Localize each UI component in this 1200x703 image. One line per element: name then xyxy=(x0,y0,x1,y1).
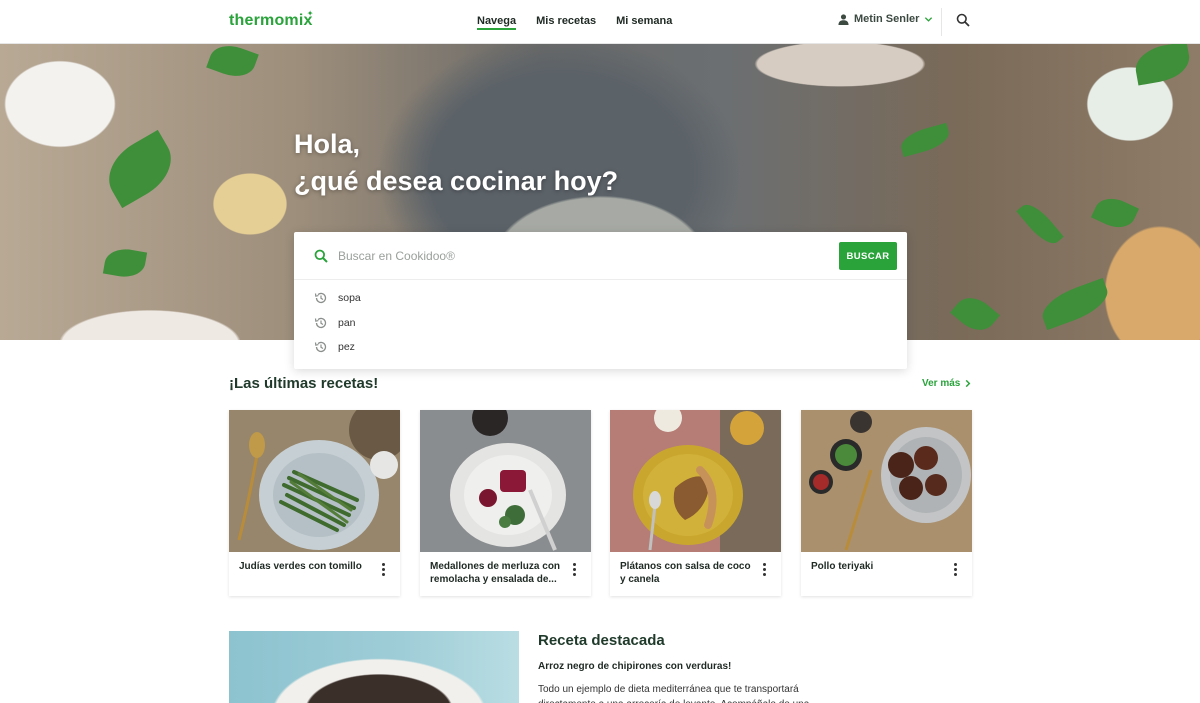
nav-item-navega[interactable]: Navega xyxy=(477,0,517,30)
recipe-image[interactable] xyxy=(610,410,781,552)
nav-item-mi-semana[interactable]: Mi semana xyxy=(616,0,672,44)
see-more-link[interactable]: Ver más xyxy=(922,378,972,389)
mint-leaf-decoration xyxy=(97,129,183,209)
latest-recipes-title: ¡Las últimas recetas! xyxy=(229,375,379,392)
recipe-title[interactable]: Pollo teriyaki xyxy=(811,561,946,574)
hero-greeting: Hola, xyxy=(294,129,361,159)
featured-recipe-description: Todo un ejemplo de dieta mediterránea qu… xyxy=(538,684,809,703)
header-search-button[interactable] xyxy=(956,13,972,29)
top-header: thermomix ✦ Navega Mis recetas Mi semana … xyxy=(0,0,1200,44)
recipe-image[interactable] xyxy=(229,410,400,552)
mint-leaf-decoration xyxy=(1036,277,1114,331)
recipe-card[interactable]: Plátanos con salsa de coco y canela xyxy=(610,410,781,596)
mint-leaf-decoration xyxy=(898,122,952,158)
search-input[interactable] xyxy=(338,246,818,266)
recipe-card[interactable]: Medallones de merluza con remolacha y en… xyxy=(420,410,591,596)
mint-leaf-decoration xyxy=(1132,44,1193,86)
more-vert-icon[interactable] xyxy=(568,560,580,578)
user-name: Metin Senler xyxy=(854,13,920,25)
chevron-right-icon xyxy=(966,379,971,388)
mint-leaf-decoration xyxy=(950,289,1000,339)
recipe-card[interactable]: Judías verdes con tomillo xyxy=(229,410,400,596)
header-divider xyxy=(941,8,942,36)
more-vert-icon[interactable] xyxy=(377,560,389,578)
search-history-item[interactable]: pan xyxy=(314,314,356,332)
mint-leaf-decoration xyxy=(1090,191,1140,235)
mint-leaf-decoration xyxy=(1016,198,1064,250)
history-text: sopa xyxy=(338,292,361,304)
thermomix-logo[interactable]: thermomix ✦ xyxy=(229,9,314,30)
recipe-title[interactable]: Plátanos con salsa de coco y canela xyxy=(620,561,755,586)
recipe-title[interactable]: Medallones de merluza con remolacha y en… xyxy=(430,561,565,586)
logo-accent-icon: ✦ xyxy=(306,9,314,18)
user-icon xyxy=(838,13,849,25)
recipe-card[interactable]: Pollo teriyaki xyxy=(801,410,972,596)
more-vert-icon[interactable] xyxy=(758,560,770,578)
see-more-label: Ver más xyxy=(922,378,961,389)
search-panel: BUSCAR sopa pan pez xyxy=(294,232,907,369)
nav-item-mis-recetas[interactable]: Mis recetas xyxy=(536,0,596,44)
history-text: pan xyxy=(338,317,356,329)
history-text: pez xyxy=(338,341,355,353)
history-icon xyxy=(314,341,327,353)
mint-leaf-decoration xyxy=(102,245,148,281)
featured-section-title: Receta destacada xyxy=(538,632,665,649)
hero-heading: Hola, ¿qué desea cocinar hoy? xyxy=(294,126,618,200)
search-history-item[interactable]: pez xyxy=(314,338,355,356)
recipe-title[interactable]: Judías verdes con tomillo xyxy=(239,561,374,574)
search-bar: BUSCAR xyxy=(294,232,907,280)
chevron-down-icon xyxy=(925,16,933,22)
buscar-button[interactable]: BUSCAR xyxy=(839,242,897,270)
history-icon xyxy=(314,292,327,304)
main-nav: Navega Mis recetas Mi semana xyxy=(477,0,672,44)
user-menu[interactable]: Metin Senler xyxy=(838,13,933,25)
more-vert-icon[interactable] xyxy=(949,560,961,578)
search-history-item[interactable]: sopa xyxy=(314,289,361,307)
featured-recipe-image[interactable] xyxy=(229,631,519,703)
hero-question: ¿qué desea cocinar hoy? xyxy=(294,166,619,196)
recipe-image[interactable] xyxy=(801,410,972,552)
search-icon xyxy=(956,13,970,27)
mint-leaf-decoration xyxy=(206,44,259,83)
recipe-image[interactable] xyxy=(420,410,591,552)
history-icon xyxy=(314,317,327,329)
search-icon xyxy=(314,249,328,263)
featured-recipe-name[interactable]: Arroz negro de chipirones con verduras! xyxy=(538,661,731,672)
